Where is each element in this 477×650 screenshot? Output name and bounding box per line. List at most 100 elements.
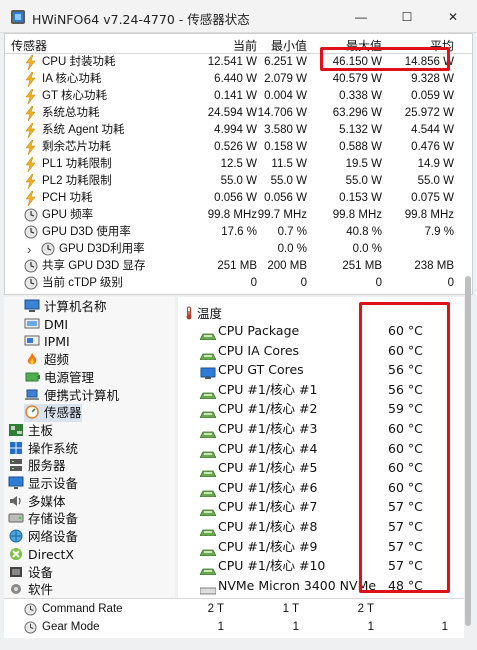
sensor-avg-value: 238 MB [414,260,454,272]
scrollbar-thumb[interactable] [465,276,471,626]
tree-node[interactable]: 显示设备 [8,475,78,493]
tree-node[interactable]: 超频 [24,351,69,369]
column-header-min[interactable]: 最小值 [271,37,307,54]
sensor-row[interactable]: GT 核心功耗 0.141 W 0.004 W 0.338 W 0.059 W [5,88,472,105]
bolt-icon [24,156,38,173]
sensor-avg-value: 0.059 W [411,90,454,102]
sensor-avg-value: 0.075 W [411,192,454,204]
sensor-min-value: 2.079 W [264,73,307,85]
sensor-max-value: 40.579 W [332,73,382,85]
timing-min: 1 [292,621,299,633]
tree-node[interactable]: IPMI [24,333,70,351]
sensor-row[interactable]: 系统总功耗 24.594 W 14.706 W 63.296 W 25.972 W [5,105,472,122]
display-icon [8,476,24,490]
sensor-current-value: 0.056 W [214,192,257,204]
sensor-row[interactable]: GPU 频率 99.8 MHz 99.7 MHz 99.8 MHz 99.8 MHz [5,207,472,224]
sensor-row[interactable]: 系统 Agent 功耗 4.994 W 3.580 W 5.132 W 4.544 W [5,122,472,139]
sensor-avg-value: 0.476 W [411,141,454,153]
temperature-sensor-name: CPU #1/核心 #1 [218,381,318,397]
sensor-current-value: 55.0 W [220,175,257,187]
timing-min: 1 T [282,603,299,615]
maximize-button[interactable]: ☐ [384,0,430,33]
tree-node-label: 传感器 [44,405,82,421]
sensor-current-value: 6.440 W [214,73,257,85]
tree-node-label: IPMI [44,334,70,350]
timing-max: 1 [367,621,374,633]
tree-node[interactable]: 计算机名称 [24,298,107,316]
tree-node[interactable]: 传感器 [24,404,82,423]
timing-name: Gear Mode [42,621,100,633]
sensor-current-value: 12.541 W [207,56,257,68]
expand-chevron-icon[interactable]: › [27,241,31,258]
tree-node[interactable]: 软件 [8,581,53,598]
chip-icon [199,503,217,517]
sensor-row[interactable]: PCH 功耗 0.056 W 0.056 W 0.153 W 0.075 W [5,190,472,207]
tree-node[interactable]: 网络设备 [8,528,78,546]
temperature-sensor-name: CPU #1/核心 #8 [218,519,318,534]
tree-node[interactable]: 多媒体 [8,493,66,511]
sensor-row[interactable]: IA 核心功耗 6.440 W 2.079 W 40.579 W 9.328 W [5,71,472,88]
timing-current: 1 [217,621,224,633]
timing-row[interactable]: Command Rate 2 T 1 T 2 T [4,601,464,618]
sensor-min-value: 0.0 % [277,243,307,255]
sensor-row[interactable]: 当前 cTDP 级别 0 0 0 0 [5,275,472,292]
column-header-sensor[interactable]: 传感器 [11,37,47,54]
bolt-icon [24,173,38,190]
sensor-max-value: 0.153 W [339,192,382,204]
tree-node[interactable]: 便携式计算机 [24,387,119,405]
temperature-sensor-name: CPU #1/核心 #7 [218,499,318,515]
sensor-avg-value: 14.9 W [417,158,454,170]
temperature-values-highlight-box [359,302,450,593]
chip-icon [199,562,217,576]
tree-node[interactable]: 操作系统 [8,440,78,458]
sensor-min-value: 11.5 W [271,158,307,170]
tree-node-label: 服务器 [28,458,66,474]
ipmi-icon [24,334,40,348]
sensor-min-value: 200 MB [267,260,307,272]
sensor-max-value: 99.8 MHz [332,209,382,221]
sensor-name: GPU 频率 [42,209,94,221]
temperature-section-title: 温度 [197,306,223,321]
tree-node[interactable]: DirectX [8,546,74,564]
timing-row[interactable]: Gear Mode 1 1 1 1 [4,619,464,636]
column-header-current[interactable]: 当前 [233,37,257,54]
sensor-current-value: 251 MB [217,260,257,272]
temperature-sensor-name: CPU IA Cores [218,342,300,358]
directx-icon [8,547,24,561]
temperature-sensor-name: CPU GT Cores [218,362,304,378]
sensor-row[interactable]: 剩余芯片功耗 0.526 W 0.158 W 0.588 W 0.476 W [5,139,472,156]
sensor-row[interactable]: › GPU D3D利用率 0.0 % 0.0 % [5,241,472,258]
software-icon [8,582,24,596]
bolt-icon [24,122,38,139]
sensor-min-value: 14.706 W [257,107,307,119]
minimize-button[interactable]: — [338,0,384,33]
sensor-max-value: 0.588 W [339,141,382,153]
window-title: HWiNFO64 v7.24-4770 - 传感器状态 [32,12,250,27]
timing-avg: 1 [441,621,448,633]
computer-icon [24,299,40,313]
tree-node-label: DMI [44,316,69,332]
tree-node[interactable]: 存储设备 [8,510,78,528]
tree-node[interactable]: DMI [24,316,68,334]
chip-icon [199,405,217,419]
sensor-name: 共享 GPU D3D 显存 [42,260,146,272]
max-avg-highlight-box [320,47,450,71]
sensor-row[interactable]: 共享 GPU D3D 显存 251 MB 200 MB 251 MB 238 MB [5,258,472,275]
bolt-icon [24,139,38,156]
sensor-min-value: 3.580 W [264,124,307,136]
temperature-sensor-name: CPU #1/核心 #10 [218,558,326,574]
dmi-icon [24,317,40,331]
close-button[interactable]: ✕ [430,0,476,33]
tree-node[interactable]: 设备 [8,564,53,582]
tree-node[interactable]: 主板 [8,422,53,440]
temperature-sensor-name: CPU #1/核心 #6 [218,479,318,495]
sensor-row[interactable]: PL2 功耗限制 55.0 W 55.0 W 55.0 W 55.0 W [5,173,472,190]
sensor-row[interactable]: GPU D3D 使用率 17.6 % 0.7 % 40.8 % 7.9 % [5,224,472,241]
tree-node[interactable]: 电源管理 [24,369,94,387]
timing-max: 2 T [357,603,374,615]
sensor-max-value: 63.296 W [332,107,382,119]
tree-node[interactable]: 服务器 [8,457,66,475]
clock-icon [24,208,38,223]
sensor-row[interactable]: PL1 功耗限制 12.5 W 11.5 W 19.5 W 14.9 W [5,156,472,173]
sensor-name: GT 核心功耗 [42,90,107,102]
